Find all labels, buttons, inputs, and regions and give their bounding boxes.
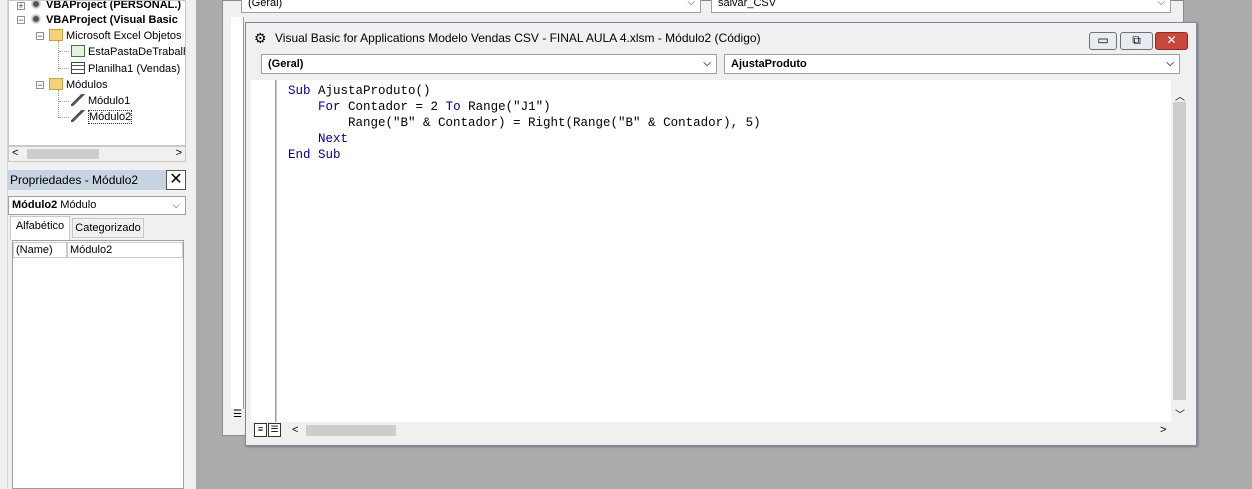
tree-line xyxy=(59,101,69,102)
tree-item-excel-objects[interactable]: Microsoft Excel Objetos xyxy=(49,29,182,43)
code-line[interactable]: End Sub xyxy=(288,147,341,163)
code-vertical-scrollbar[interactable]: ︿ ﹀ xyxy=(1171,80,1188,422)
scroll-right-icon[interactable]: > xyxy=(176,147,182,159)
procedure-select-value: AjustaProduto xyxy=(731,58,807,70)
property-name: (Name) xyxy=(13,242,67,258)
scroll-left-icon[interactable]: < xyxy=(292,424,298,436)
keyword: For xyxy=(318,100,341,114)
code-line[interactable]: For Contador = 2 To Range("J1") xyxy=(288,99,551,115)
scroll-up-icon[interactable]: ︿ xyxy=(1175,88,1185,103)
project-explorer-tree[interactable]: + VBAProject (PERSONAL.) − VBAProject (V… xyxy=(8,0,186,146)
tree-item-personal[interactable]: VBAProject (PERSONAL.) xyxy=(29,1,181,12)
vba-app-icon: ⚙ xyxy=(254,30,267,46)
margin-indicator-bar[interactable] xyxy=(251,80,276,422)
object-select-value: (Geral) xyxy=(248,0,283,9)
keyword: End xyxy=(288,148,311,162)
scroll-left-icon[interactable]: < xyxy=(12,147,18,159)
collapse-icon[interactable]: − xyxy=(17,16,25,25)
module-icon xyxy=(71,110,85,122)
tree-line xyxy=(58,41,59,71)
vba-project-icon xyxy=(29,1,43,10)
folder-icon xyxy=(49,29,63,41)
procedure-select[interactable]: AjustaProduto ⌵ xyxy=(724,54,1180,74)
tree-line xyxy=(59,51,69,52)
properties-title: Propriedades - Módulo2 xyxy=(8,170,178,190)
scroll-right-icon[interactable]: > xyxy=(1160,424,1166,436)
window-title: Visual Basic for Applications Modelo Ven… xyxy=(275,31,761,45)
close-button[interactable]: ✕ xyxy=(1155,32,1188,50)
code-window[interactable]: ⚙ Visual Basic for Applications Modelo V… xyxy=(245,22,1197,446)
code-editor[interactable]: Sub AjustaProduto() For Contador = 2 To … xyxy=(276,80,1171,422)
folder-icon xyxy=(49,78,63,90)
window-titlebar[interactable]: ⚙ Visual Basic for Applications Modelo V… xyxy=(246,23,1196,53)
procedure-view-icon[interactable]: ≡ xyxy=(254,423,267,437)
code-line[interactable]: Range("B" & Contador) = Right(Range("B" … xyxy=(288,115,761,131)
code-line[interactable]: Sub AjustaProduto() xyxy=(288,83,431,99)
worksheet-icon xyxy=(71,62,85,74)
scroll-thumb[interactable] xyxy=(1173,102,1186,400)
close-icon[interactable]: ✕ xyxy=(166,170,186,190)
excel-workbook-icon xyxy=(71,45,85,57)
scroll-thumb[interactable] xyxy=(27,149,99,159)
procedure-select[interactable]: salvar_CSV ⌵ xyxy=(711,0,1171,13)
code-text: AjustaProduto() xyxy=(310,84,431,98)
tab-alfabetico[interactable]: Alfabético xyxy=(10,216,70,240)
tree-line xyxy=(59,117,69,118)
code-line[interactable]: Next xyxy=(288,131,348,147)
chevron-down-icon[interactable]: ⌵ xyxy=(703,55,711,73)
object-name: Módulo2 xyxy=(12,199,58,211)
procedure-select-value: salvar_CSV xyxy=(718,0,777,9)
code-text: Contador = 2 xyxy=(340,100,446,114)
minimize-button[interactable]: ▭ xyxy=(1089,32,1117,50)
chevron-down-icon[interactable]: ⌵ xyxy=(687,0,695,12)
restore-button[interactable]: ⧉ xyxy=(1120,32,1153,50)
properties-grid: (Name) Módulo2 xyxy=(12,240,184,489)
tab-categorizado[interactable]: Categorizado xyxy=(72,218,144,238)
margin-bar xyxy=(231,17,244,409)
vba-project-icon xyxy=(29,13,43,25)
property-value[interactable]: Módulo2 xyxy=(67,242,183,258)
full-module-view-icon[interactable]: ☰ xyxy=(268,423,281,437)
object-select-value: (Geral) xyxy=(268,58,304,70)
chevron-down-icon[interactable]: ⌵ xyxy=(1157,0,1165,12)
scroll-down-icon[interactable]: ﹀ xyxy=(1175,406,1185,421)
left-edge xyxy=(0,0,8,489)
collapse-icon[interactable]: − xyxy=(36,32,44,41)
collapse-icon[interactable]: − xyxy=(36,81,44,90)
object-type: Módulo xyxy=(60,199,97,211)
object-select[interactable]: (Geral) ⌵ xyxy=(241,0,701,13)
tree-horizontal-scrollbar[interactable]: < > xyxy=(8,146,186,162)
code-text: Range("B" & Contador) = Right(Range("B" … xyxy=(348,116,761,130)
scroll-thumb[interactable] xyxy=(306,425,396,436)
keyword: Sub xyxy=(318,148,341,162)
chevron-down-icon[interactable]: ⌵ xyxy=(1166,55,1174,73)
keyword: To xyxy=(445,100,461,114)
tree-item-modulo2[interactable]: Módulo2 xyxy=(71,110,133,124)
tree-line xyxy=(58,90,59,118)
chevron-down-icon[interactable]: ⌵ xyxy=(172,197,180,214)
tree-item-estapasta[interactable]: EstaPastaDeTrabalh xyxy=(71,45,185,59)
code-horizontal-scrollbar[interactable]: ≡ ☰ < > xyxy=(254,422,1171,439)
module-icon xyxy=(71,94,85,106)
tree-line xyxy=(59,68,69,69)
keyword: Next xyxy=(318,132,349,146)
properties-object-select[interactable]: Módulo2 Módulo ⌵ xyxy=(8,196,186,215)
tree-item-vbaproject[interactable]: VBAProject (Visual Basic xyxy=(29,13,178,27)
tree-item-modulo1[interactable]: Módulo1 xyxy=(71,94,130,108)
keyword: Sub xyxy=(288,84,311,98)
expand-icon[interactable]: + xyxy=(17,2,25,11)
code-text: Range("J1") xyxy=(460,100,551,114)
view-toggle-icon[interactable]: ☰ xyxy=(233,409,242,420)
tree-item-planilha1[interactable]: Planilha1 (Vendas) xyxy=(71,62,180,76)
object-select[interactable]: (Geral) ⌵ xyxy=(261,54,717,74)
